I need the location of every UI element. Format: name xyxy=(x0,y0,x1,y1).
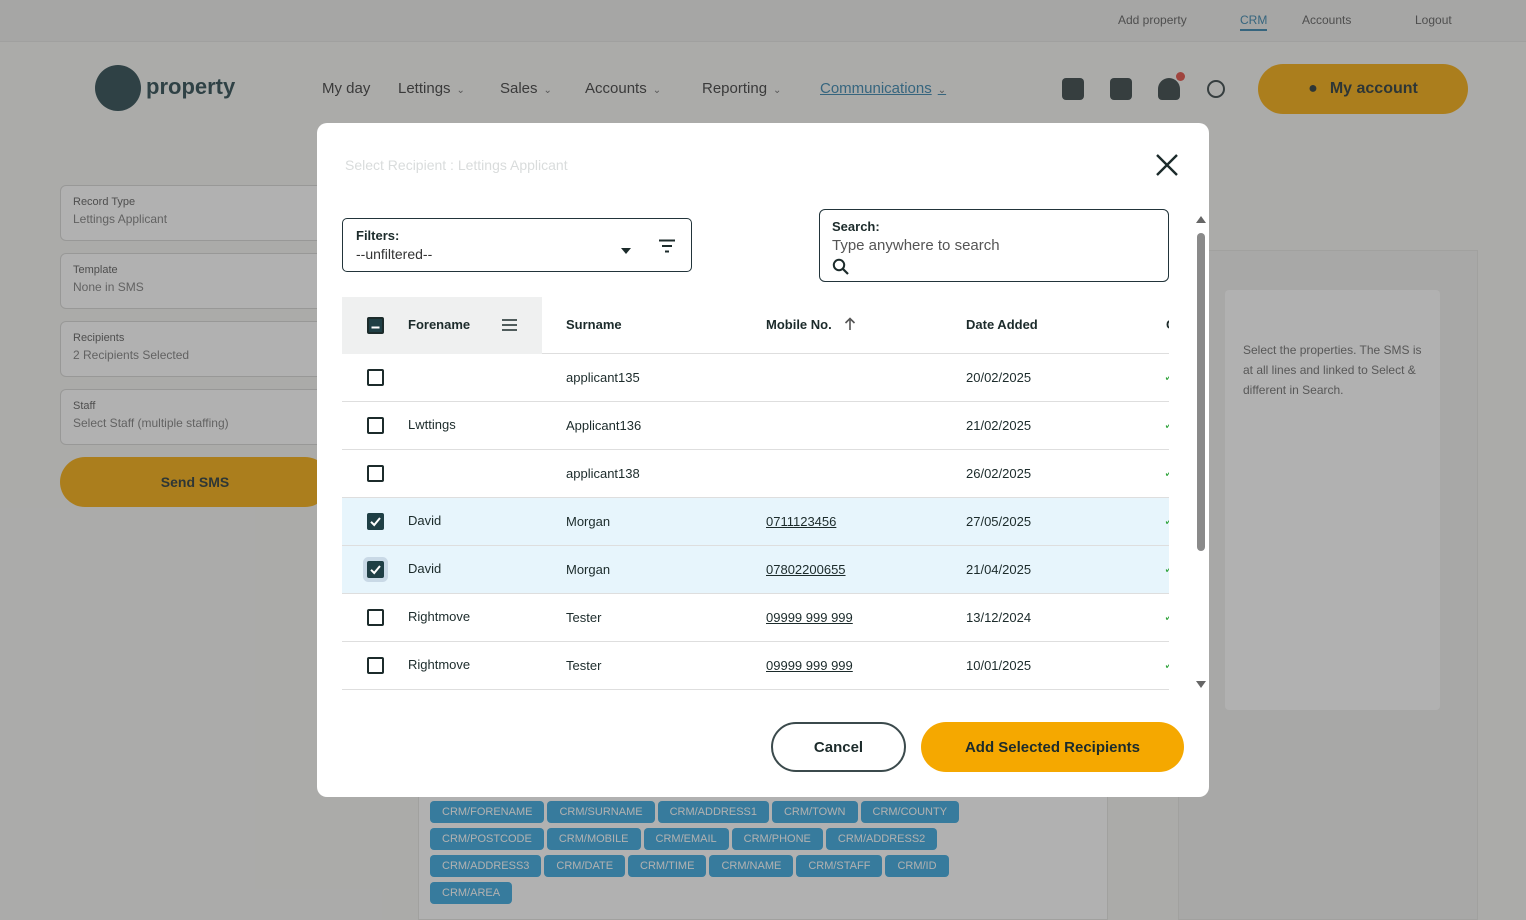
check-mark-icon: ✓ xyxy=(1164,562,1169,576)
cell-forename: David xyxy=(408,561,442,576)
table-row[interactable]: David Morgan 0711123456 27/05/2025 ✓ xyxy=(342,498,1169,546)
select-all-checkbox[interactable] xyxy=(367,317,384,334)
cell-surname: Tester xyxy=(566,610,602,625)
table-row[interactable]: applicant135 20/02/2025 ✓ xyxy=(342,354,1169,402)
sort-ascending-icon[interactable] xyxy=(844,317,856,331)
select-recipient-modal: Select Recipient : Lettings Applicant Fi… xyxy=(317,123,1209,797)
filters-select[interactable]: Filters: --unfiltered-- xyxy=(342,218,692,272)
cell-surname: applicant138 xyxy=(566,466,640,481)
scroll-up-arrow-icon[interactable] xyxy=(1196,215,1206,223)
check-mark-icon: ✓ xyxy=(1164,610,1169,624)
table-row[interactable]: Lwttings Applicant136 21/02/2025 ✓ xyxy=(342,402,1169,450)
cell-date-added: 13/12/2024 xyxy=(966,610,1032,625)
cell-forename: Rightmove xyxy=(408,609,471,624)
check-mark-icon: ✓ xyxy=(1164,466,1169,480)
cell-surname: applicant135 xyxy=(566,370,640,385)
search-label: Search: xyxy=(832,219,880,234)
check-mark-icon: ✓ xyxy=(1164,418,1169,432)
cell-mobile[interactable]: 0711123456 xyxy=(766,514,836,529)
cell-date-added: 26/02/2025 xyxy=(966,466,1032,481)
cell-forename: David xyxy=(408,513,442,528)
cell-forename: Lwttings xyxy=(408,417,456,432)
filter-icon[interactable] xyxy=(658,239,676,253)
modal-title: Select Recipient : Lettings Applicant xyxy=(345,157,568,173)
caret-down-icon xyxy=(621,248,631,254)
row-checkbox[interactable] xyxy=(367,657,384,674)
close-icon xyxy=(1156,154,1178,176)
row-checkbox[interactable] xyxy=(367,465,384,482)
cell-date-added: 21/02/2025 xyxy=(966,418,1032,433)
col-header-forename[interactable]: Forename xyxy=(408,317,470,332)
add-selected-recipients-button[interactable]: Add Selected Recipients xyxy=(921,722,1184,772)
cell-mobile[interactable]: 09999 999 999 xyxy=(766,658,853,673)
cell-mobile[interactable]: 07802200655 xyxy=(766,562,846,577)
column-menu-icon[interactable] xyxy=(502,319,517,331)
filters-label: Filters: xyxy=(356,228,400,243)
cell-mobile[interactable]: 09999 999 999 xyxy=(766,610,853,625)
row-checkbox[interactable] xyxy=(367,369,384,386)
table-row[interactable]: Rightmove Tester 09999 999 999 10/01/202… xyxy=(342,642,1169,690)
table-header: Forename Surname Mobile No. Date Added C xyxy=(342,297,1169,354)
col-header-surname[interactable]: Surname xyxy=(566,317,622,332)
col-header-mobile[interactable]: Mobile No. xyxy=(766,317,832,332)
search-icon[interactable] xyxy=(832,258,850,276)
search-input[interactable] xyxy=(832,237,1152,254)
check-mark-icon: ✓ xyxy=(1164,514,1169,528)
cell-date-added: 21/04/2025 xyxy=(966,562,1032,577)
search-field[interactable]: Search: xyxy=(819,209,1169,282)
row-checkbox[interactable] xyxy=(367,609,384,626)
scrollbar-thumb[interactable] xyxy=(1197,233,1205,551)
checkmark-icon xyxy=(370,517,381,527)
minus-icon xyxy=(371,326,380,329)
row-checkbox[interactable] xyxy=(367,513,384,530)
scroll-down-arrow-icon[interactable] xyxy=(1196,681,1206,689)
cell-date-added: 27/05/2025 xyxy=(966,514,1032,529)
table-row[interactable]: David Morgan 07802200655 21/04/2025 ✓ xyxy=(342,546,1169,594)
row-checkbox[interactable] xyxy=(367,417,384,434)
recipients-table: Forename Surname Mobile No. Date Added C… xyxy=(342,297,1169,691)
table-row[interactable]: Rightmove Tester 09999 999 999 13/12/202… xyxy=(342,594,1169,642)
row-checkbox[interactable] xyxy=(367,561,384,578)
checkmark-icon xyxy=(370,565,381,575)
cell-date-added: 20/02/2025 xyxy=(966,370,1032,385)
close-button[interactable] xyxy=(1153,151,1181,179)
col-header-date-added[interactable]: Date Added xyxy=(966,317,1038,332)
cancel-button[interactable]: Cancel xyxy=(771,722,906,772)
col-header-truncated: C xyxy=(1166,317,1169,332)
cell-surname: Morgan xyxy=(566,562,611,577)
cell-surname: Applicant136 xyxy=(566,418,642,433)
cell-surname: Tester xyxy=(566,658,602,673)
check-mark-icon: ✓ xyxy=(1164,370,1169,384)
cell-forename: Rightmove xyxy=(408,657,471,672)
check-mark-icon: ✓ xyxy=(1164,658,1169,672)
cell-surname: Morgan xyxy=(566,514,611,529)
table-row[interactable]: applicant138 26/02/2025 ✓ xyxy=(342,450,1169,498)
cell-date-added: 10/01/2025 xyxy=(966,658,1032,673)
